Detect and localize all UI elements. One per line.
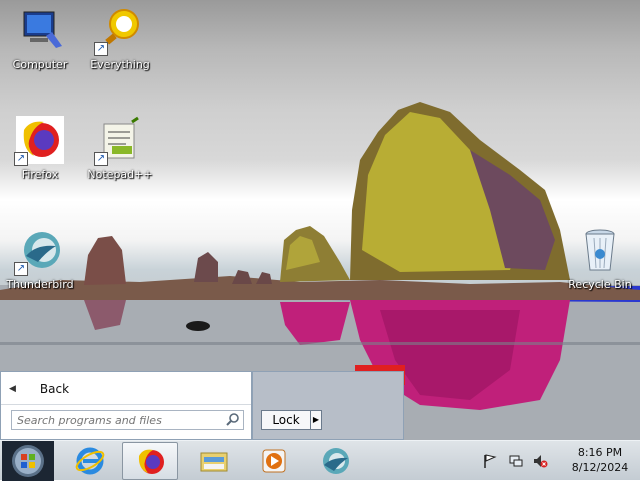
desktop-icon-label: Everything [90,58,150,71]
clock[interactable]: 8:16 PM 8/12/2024 [565,445,635,475]
triangle-right-icon: ▶ [312,415,320,424]
desktop-icon-label: Notepad++ [87,168,153,181]
volume-muted-icon[interactable] [532,453,548,469]
clock-date: 8/12/2024 [571,461,629,474]
lock-options-arrow-button[interactable]: ▶ [310,410,322,430]
desktop-icon-thunderbird[interactable]: ↗ Thunderbird [0,226,80,291]
network-icon[interactable] [508,453,524,469]
taskbar-firefox[interactable] [122,442,178,480]
shortcut-arrow-icon: ↗ [14,152,28,166]
windows-logo-icon [12,445,44,477]
search-input[interactable] [12,412,225,428]
start-menu: ◀ Back Lock ▶ [0,371,404,440]
search-box[interactable] [11,410,244,430]
shortcut-arrow-icon: ↗ [94,152,108,166]
desktop-icon-label: Thunderbird [6,278,74,291]
computer-icon [16,6,64,54]
desktop-icon-recycle-bin[interactable]: Recycle Bin [560,226,640,291]
file-explorer-icon [200,452,228,472]
shortcut-arrow-icon: ↗ [94,42,108,56]
shortcut-arrow-icon: ↗ [14,262,28,276]
start-menu-programs-pane: ◀ Back [0,371,252,440]
thunderbird-icon: ↗ [14,226,64,276]
everything-icon: ↗ [94,6,144,56]
taskbar: 8:16 PM 8/12/2024 [0,440,640,481]
internet-explorer-icon [75,447,105,475]
taskbar-internet-explorer[interactable] [62,442,118,480]
triangle-left-icon: ◀ [9,384,16,394]
notepad-plus-plus-icon: ↗ [94,116,144,166]
recycle-bin-icon [576,226,624,274]
media-player-icon [262,449,286,473]
system-tray: 8:16 PM 8/12/2024 [470,441,640,481]
back-button[interactable]: ◀ Back [9,379,159,399]
taskbar-media-player[interactable] [246,442,302,480]
clock-time: 8:16 PM [577,446,623,459]
desktop-icon-label: Recycle Bin [568,278,632,291]
desktop-icon-firefox[interactable]: ↗ Firefox [0,116,80,181]
action-center-flag-icon[interactable] [482,453,498,469]
taskbar-thunderbird[interactable] [308,442,364,480]
desktop-icon-everything[interactable]: ↗ Everything [80,6,160,71]
desktop-icon-computer[interactable]: Computer [0,6,80,71]
separator [1,404,251,405]
desktop-icon-label: Firefox [21,168,59,181]
back-label: Back [39,382,70,396]
start-menu-right-pane: Lock ▶ [252,371,404,440]
desktop-icon-notepad-plus-plus[interactable]: ↗ Notepad++ [80,116,160,181]
search-icon[interactable] [225,412,241,428]
lock-button[interactable]: Lock [261,410,311,430]
thunderbird-icon [323,448,349,474]
firefox-icon [138,449,164,474]
start-button[interactable] [2,441,54,481]
taskbar-file-explorer[interactable] [186,442,242,480]
desktop-icon-label: Computer [12,58,68,71]
firefox-icon: ↗ [14,116,64,166]
